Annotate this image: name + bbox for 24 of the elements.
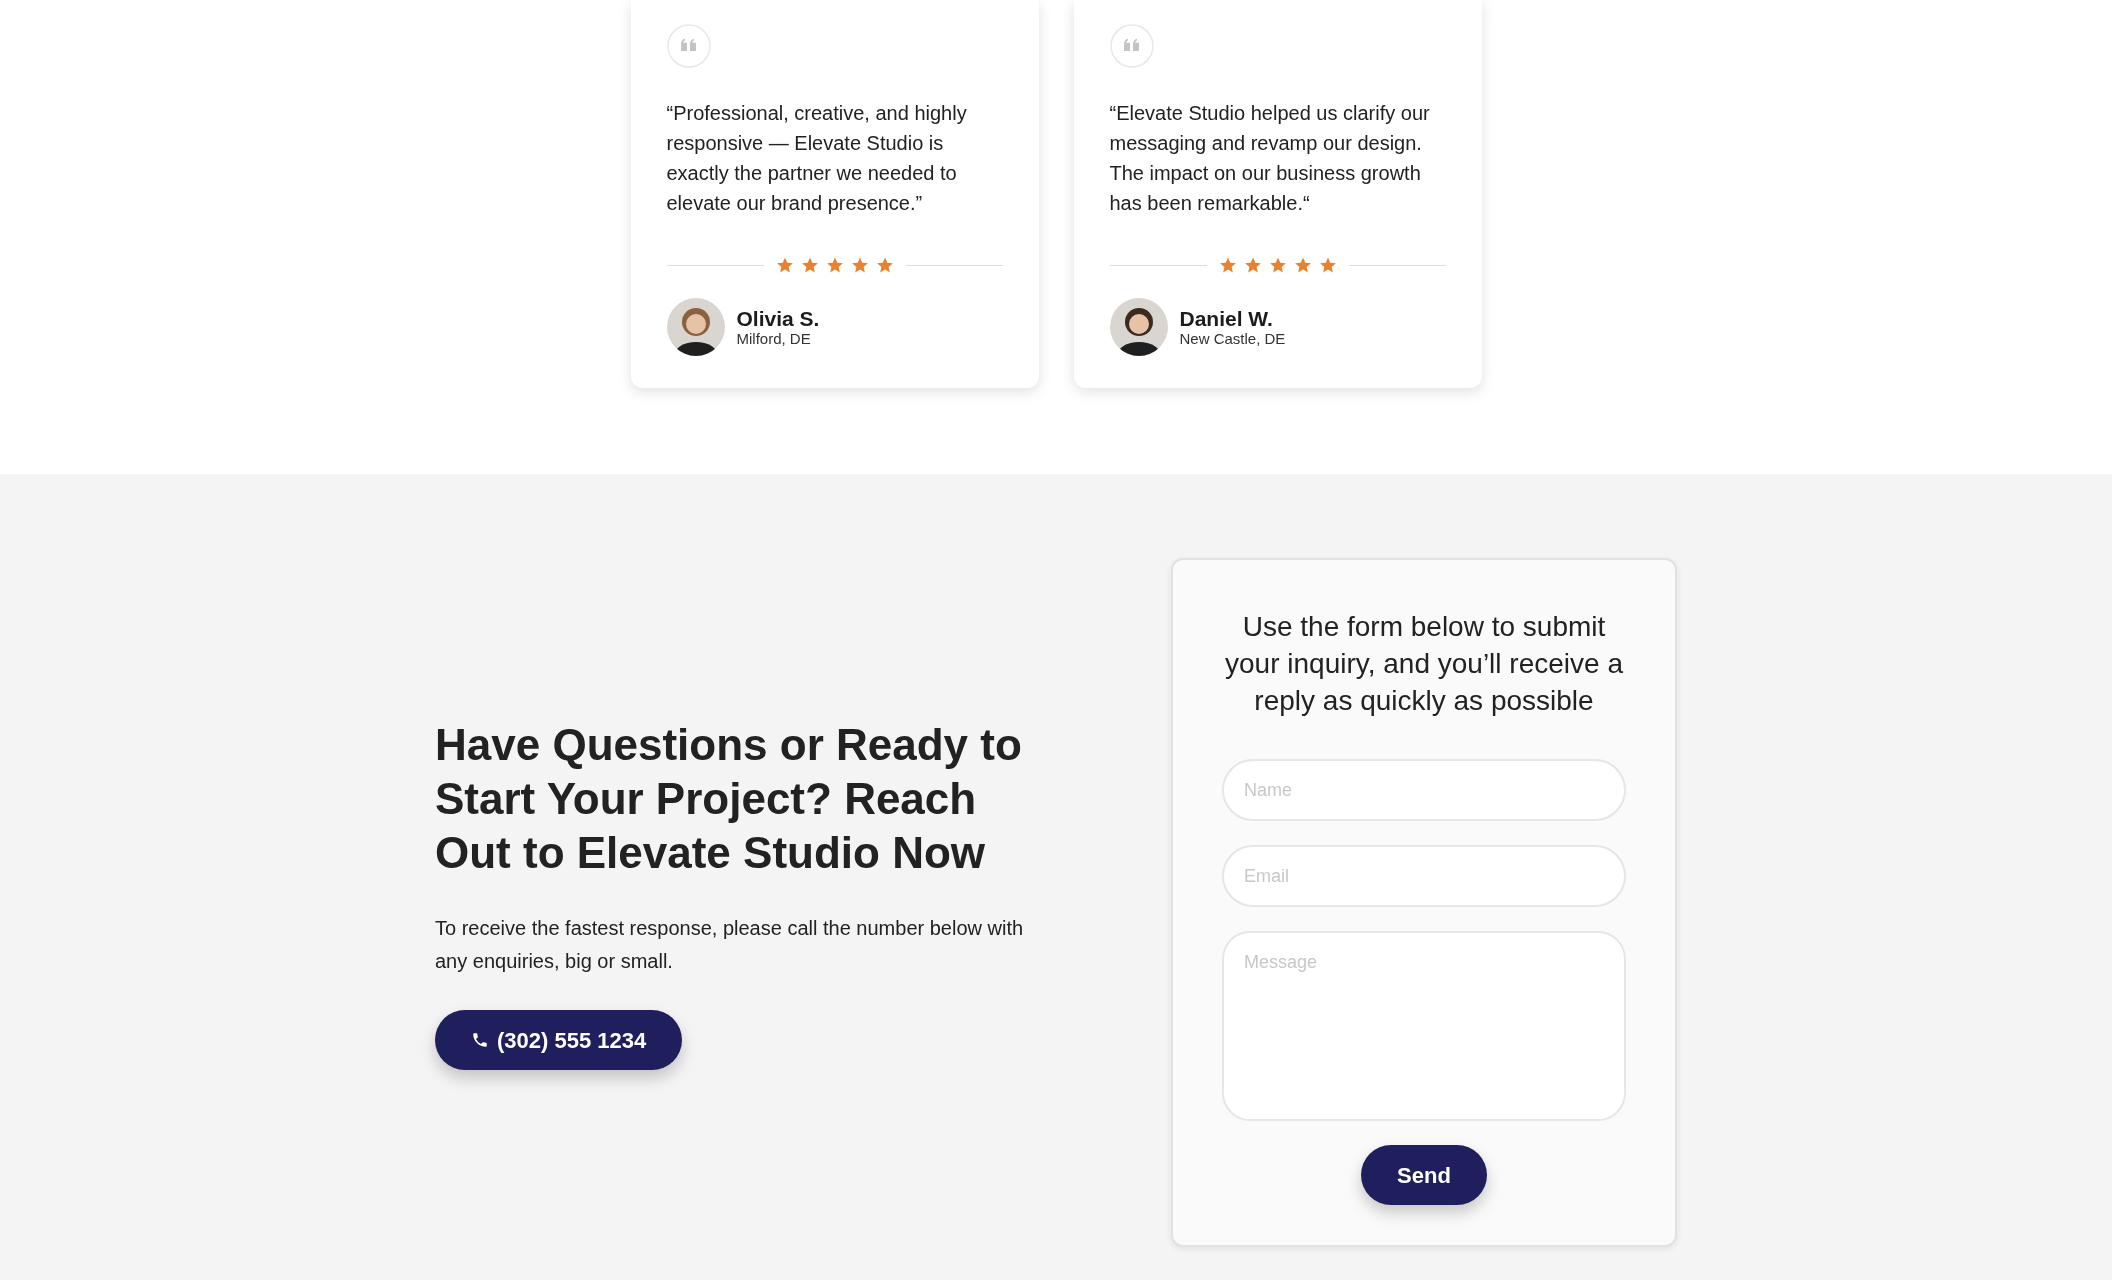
star-icon	[850, 256, 869, 274]
reviewer-location: Milford, DE	[736, 331, 812, 347]
testimonial-quote: “Elevate Studio helped us clarify our messaging and revamp our design. The impact on our business growth has been remarkable.“	[1109, 101, 1431, 216]
reviewer-name: Daniel W.	[1179, 307, 1274, 331]
testimonial-quote: “Professional, creative, and highly responsive — Elevate Studio is exactly the partner we needed to elevate our brand presence.”	[666, 101, 968, 216]
star-icon	[775, 256, 794, 274]
phone-icon	[471, 1031, 489, 1049]
star-icon	[800, 256, 819, 274]
star-icon	[875, 256, 894, 274]
star-icon	[825, 256, 844, 274]
star-icon	[1218, 256, 1237, 274]
star-icon	[1268, 256, 1287, 274]
phone-button[interactable]: (302) 555 1234	[435, 1010, 683, 1070]
contact-text: To receive the fastest response, please call the number below with any enquiries, big or small.	[435, 916, 1025, 974]
send-button[interactable]: Send	[1361, 1145, 1487, 1205]
star-icon	[1318, 256, 1337, 274]
contact-heading: Have Questions or Ready to Start Your Project? Reach Out to Elevate Studio Now	[435, 719, 1023, 879]
star-icon	[1293, 256, 1312, 274]
form-intro: Use the form below to submit your inquiry, and you’ll receive a reply as quickly as possible	[1224, 610, 1624, 718]
reviewer-location: New Castle, DE	[1179, 331, 1286, 347]
quote-icon	[666, 24, 711, 68]
quote-icon	[1109, 24, 1154, 68]
reviewer-name: Olivia S.	[736, 307, 820, 331]
star-icon	[1243, 256, 1262, 274]
